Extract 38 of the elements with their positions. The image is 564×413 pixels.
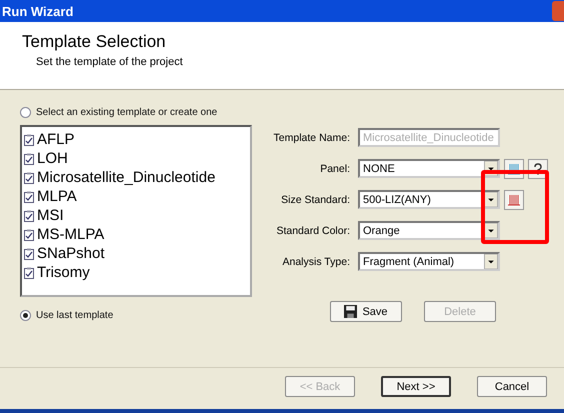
- field-label: Panel:: [319, 162, 351, 174]
- template-item[interactable]: AFLP: [24, 130, 248, 149]
- template-item[interactable]: LOH: [24, 149, 248, 168]
- dropdown[interactable]: 500-LIZ(ANY): [358, 190, 500, 209]
- field-label: Standard Color:: [275, 224, 351, 236]
- field-label: Size Standard:: [280, 194, 351, 206]
- checklist-icon: [24, 152, 34, 164]
- dropdown-arrow-icon[interactable]: [484, 192, 498, 207]
- checklist-icon: [24, 190, 34, 202]
- dropdown[interactable]: NONE: [358, 159, 500, 178]
- nav-button[interactable]: Cancel: [477, 376, 547, 397]
- checklist-icon: [24, 210, 34, 222]
- action-button[interactable]: Save: [330, 301, 402, 322]
- radio-option[interactable]: Use last template: [20, 310, 260, 321]
- nav-button[interactable]: Next >>: [381, 376, 451, 397]
- dropdown[interactable]: Orange: [358, 221, 500, 240]
- page-title: Template Selection: [22, 32, 167, 52]
- template-item[interactable]: Trisomy: [24, 263, 248, 282]
- checklist-icon: [24, 228, 34, 240]
- template-item[interactable]: MLPA: [24, 187, 248, 206]
- field-label: Template Name:: [272, 132, 351, 144]
- radio-icon[interactable]: [20, 310, 31, 321]
- field-label: Analysis Type:: [281, 256, 351, 268]
- template-item[interactable]: SNaPshot: [24, 244, 248, 263]
- radio-icon[interactable]: [20, 107, 31, 118]
- checklist-icon: [24, 266, 34, 278]
- checklist-icon: [24, 134, 34, 146]
- dropdown[interactable]: Fragment (Animal): [358, 252, 500, 271]
- checklist-icon: [24, 172, 34, 184]
- dropdown-arrow-icon[interactable]: [484, 254, 498, 269]
- radio-option[interactable]: Select an existing template or create one: [20, 107, 260, 118]
- template-item[interactable]: MSI: [24, 206, 248, 225]
- page-subtitle: Set the template of the project: [36, 56, 184, 68]
- window-title: Run Wizard: [1, 4, 74, 18]
- dropdown-arrow-icon[interactable]: [484, 223, 498, 238]
- checklist-icon: [24, 248, 34, 260]
- template-item[interactable]: Microsatellite_Dinucleotide: [24, 168, 248, 187]
- template-item[interactable]: MS-MLPA: [24, 225, 248, 244]
